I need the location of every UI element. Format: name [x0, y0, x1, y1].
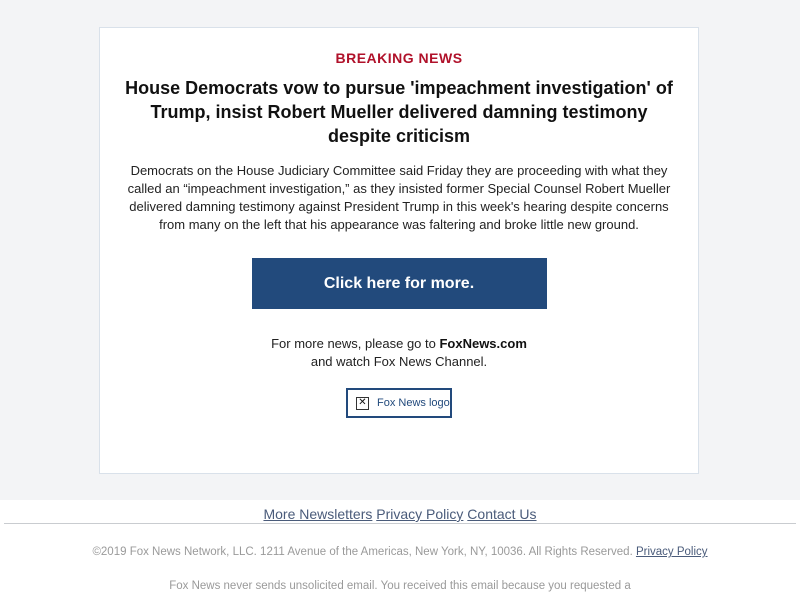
news-card: BREAKING NEWS House Democrats vow to pur… [99, 27, 699, 474]
copyright-notice: ©2019 Fox News Network, LLC. 1211 Avenue… [0, 546, 800, 558]
logo-alt-text: Fox News logo [377, 397, 450, 409]
breaking-news-label: BREAKING NEWS [335, 50, 463, 66]
more-news-suffix: and watch Fox News Channel. [310, 354, 488, 369]
click-for-more-button[interactable]: Click here for more. [251, 258, 547, 309]
foxnews-site-link[interactable]: FoxNews.com [439, 336, 526, 351]
fox-news-logo[interactable]: ✕ Fox News logo [346, 388, 452, 418]
contact-us-link[interactable]: Contact Us [467, 506, 536, 522]
copyright-privacy-link[interactable]: Privacy Policy [636, 546, 708, 558]
broken-image-icon: ✕ [356, 396, 369, 410]
more-newsletters-link[interactable]: More Newsletters [263, 506, 372, 522]
footer-links: More Newsletters Privacy Policy Contact … [0, 506, 800, 522]
article-summary: Democrats on the House Judiciary Committ… [127, 163, 671, 232]
headline: House Democrats vow to pursue 'impeachme… [125, 78, 673, 146]
more-news-prefix: For more news, please go to [271, 336, 440, 351]
email-background: BREAKING NEWS House Democrats vow to pur… [0, 0, 800, 500]
copyright-text: ©2019 Fox News Network, LLC. 1211 Avenue… [92, 546, 633, 558]
unsolicited-email-notice: Fox News never sends unsolicited email. … [169, 580, 631, 592]
footer-divider [4, 523, 796, 524]
privacy-policy-link[interactable]: Privacy Policy [376, 506, 463, 522]
more-news-text: For more news, please go to FoxNews.com … [100, 335, 698, 371]
